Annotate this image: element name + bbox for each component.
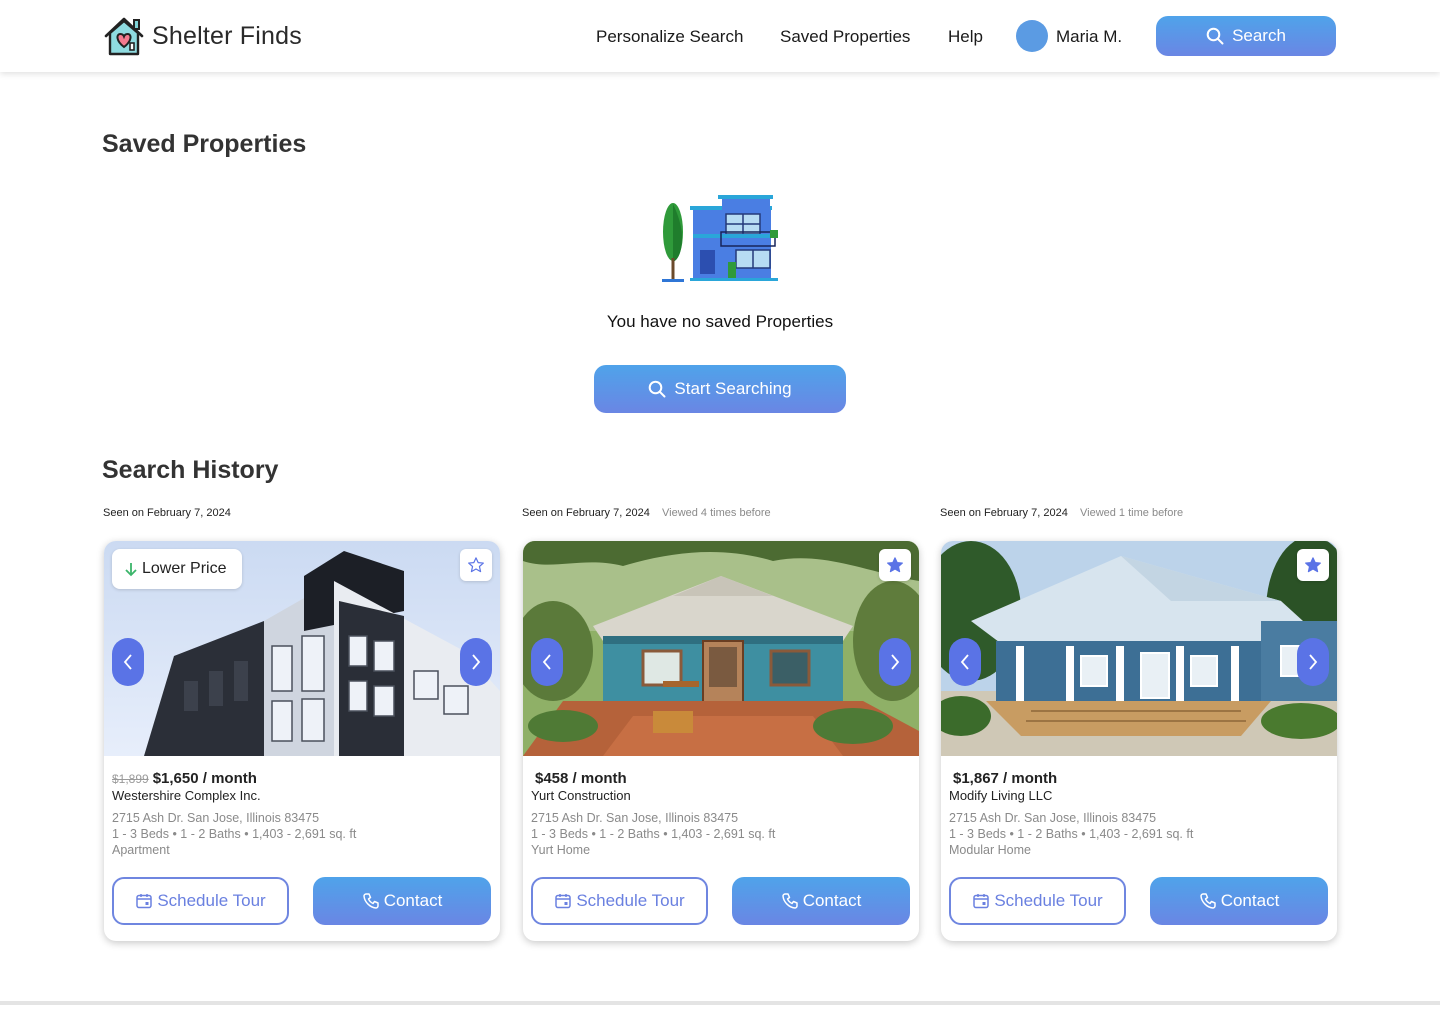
yurt-home-photo [523,541,919,756]
view-count: Viewed 1 time before [1080,507,1184,519]
address: 2715 Ash Dr. San Jose, Illinois 83475 [531,811,739,825]
property-photo[interactable]: Lower Price [104,541,500,756]
schedule-tour-button[interactable]: Schedule Tour [949,877,1126,925]
favorite-button[interactable] [1297,549,1329,581]
property-details: $1,899 $1,650 / month Westershire Complex… [112,770,492,857]
company-name: Yurt Construction [531,788,631,803]
badge-label: Lower Price [142,560,227,577]
seen-date: Seen on February 7, 2024 [522,507,650,519]
view-count: Viewed 4 times before [662,507,771,519]
phone-icon [1199,893,1216,909]
logo[interactable]: Shelter Finds [102,14,302,58]
company-name: Modify Living LLC [949,788,1053,803]
property-card[interactable]: $458 / month Yurt Construction 2715 Ash … [523,541,919,941]
contact-button[interactable]: Contact [1150,877,1328,925]
schedule-tour-label: Schedule Tour [576,891,685,910]
unit-details: 1 - 3 Beds • 1 - 2 Baths • 1,403 - 2,691… [949,827,1194,841]
chevron-left-icon [960,654,969,670]
property-card[interactable]: Lower Price $1,899 $1,650 / month Westers… [104,541,500,941]
unit-details: 1 - 3 Beds • 1 - 2 Baths • 1,403 - 2,691… [531,827,776,841]
search-icon [649,380,666,398]
chevron-right-icon [891,654,900,670]
previous-photo-button[interactable] [949,638,981,686]
current-price: $1,650 / month [152,770,257,787]
calendar-icon [136,894,153,909]
empty-house-illustration [662,195,778,282]
nav-personalize-search[interactable]: Personalize Search [596,27,743,47]
contact-label: Contact [802,891,862,910]
current-price: $1,867 / month [953,770,1058,787]
company-name: Westershire Complex Inc. [112,788,261,803]
contact-label: Contact [1220,891,1280,910]
property-card[interactable]: $1,867 / month Modify Living LLC 2715 As… [941,541,1337,941]
seen-date: Seen on February 7, 2024 [103,507,231,519]
next-photo-button[interactable] [1297,638,1329,686]
property-photo[interactable] [941,541,1337,756]
nav-saved-properties[interactable]: Saved Properties [780,27,910,47]
logo-text: Shelter Finds [152,21,302,50]
old-price: $1,899 [112,772,149,786]
empty-saved-message: You have no saved Properties [606,312,834,331]
price: $1,867 / month [949,770,1329,787]
favorite-button[interactable] [460,549,492,581]
property-type: Yurt Home [531,843,591,857]
start-searching-label: Start Searching [674,379,792,398]
favorite-button[interactable] [879,549,911,581]
saved-properties-title: Saved Properties [102,130,307,158]
price: $1,899 $1,650 / month [112,770,492,787]
chevron-left-icon [542,654,551,670]
address: 2715 Ash Dr. San Jose, Illinois 83475 [112,811,320,825]
address: 2715 Ash Dr. San Jose, Illinois 83475 [949,811,1157,825]
nav-help[interactable]: Help [948,27,983,47]
contact-button[interactable]: Contact [732,877,910,925]
start-searching-button[interactable]: Start Searching [594,365,846,413]
current-price: $458 / month [535,770,627,787]
chevron-left-icon [123,654,132,670]
calendar-icon [973,894,990,909]
chevron-right-icon [472,654,481,670]
user-name[interactable]: Maria M. [1056,27,1122,47]
header-search-button[interactable]: Search [1156,16,1336,56]
schedule-tour-label: Schedule Tour [994,891,1103,910]
contact-label: Contact [383,891,443,910]
next-photo-button[interactable] [460,638,492,686]
avatar[interactable] [1016,20,1048,52]
unit-details: 1 - 3 Beds • 1 - 2 Baths • 1,403 - 2,691… [112,827,357,841]
phone-icon [781,893,798,909]
top-header: Shelter Finds Personalize Search Saved P… [0,0,1440,72]
chevron-right-icon [1309,654,1318,670]
property-photo[interactable] [523,541,919,756]
header-search-label: Search [1232,26,1286,45]
contact-button[interactable]: Contact [313,877,491,925]
house-heart-logo-icon [104,17,144,56]
previous-photo-button[interactable] [112,638,144,686]
property-details: $458 / month Yurt Construction 2715 Ash … [531,770,911,857]
star-outline-icon [468,557,484,573]
lower-price-badge: Lower Price [112,549,243,589]
modular-home-photo [941,541,1337,756]
arrow-down-icon [125,563,137,577]
price: $458 / month [531,770,911,787]
search-icon [1206,27,1224,45]
star-filled-icon [1305,557,1321,573]
property-details: $1,867 / month Modify Living LLC 2715 As… [949,770,1329,857]
property-type: Apartment [112,843,170,857]
star-filled-icon [887,557,903,573]
footer-divider [0,1001,1440,1005]
search-history-title: Search History [102,456,279,484]
phone-icon [362,893,379,909]
calendar-icon [555,894,572,909]
property-type: Modular Home [949,843,1031,857]
schedule-tour-button[interactable]: Schedule Tour [112,877,289,925]
previous-photo-button[interactable] [531,638,563,686]
seen-date: Seen on February 7, 2024 [940,507,1068,519]
schedule-tour-button[interactable]: Schedule Tour [531,877,708,925]
schedule-tour-label: Schedule Tour [157,891,266,910]
next-photo-button[interactable] [879,638,911,686]
